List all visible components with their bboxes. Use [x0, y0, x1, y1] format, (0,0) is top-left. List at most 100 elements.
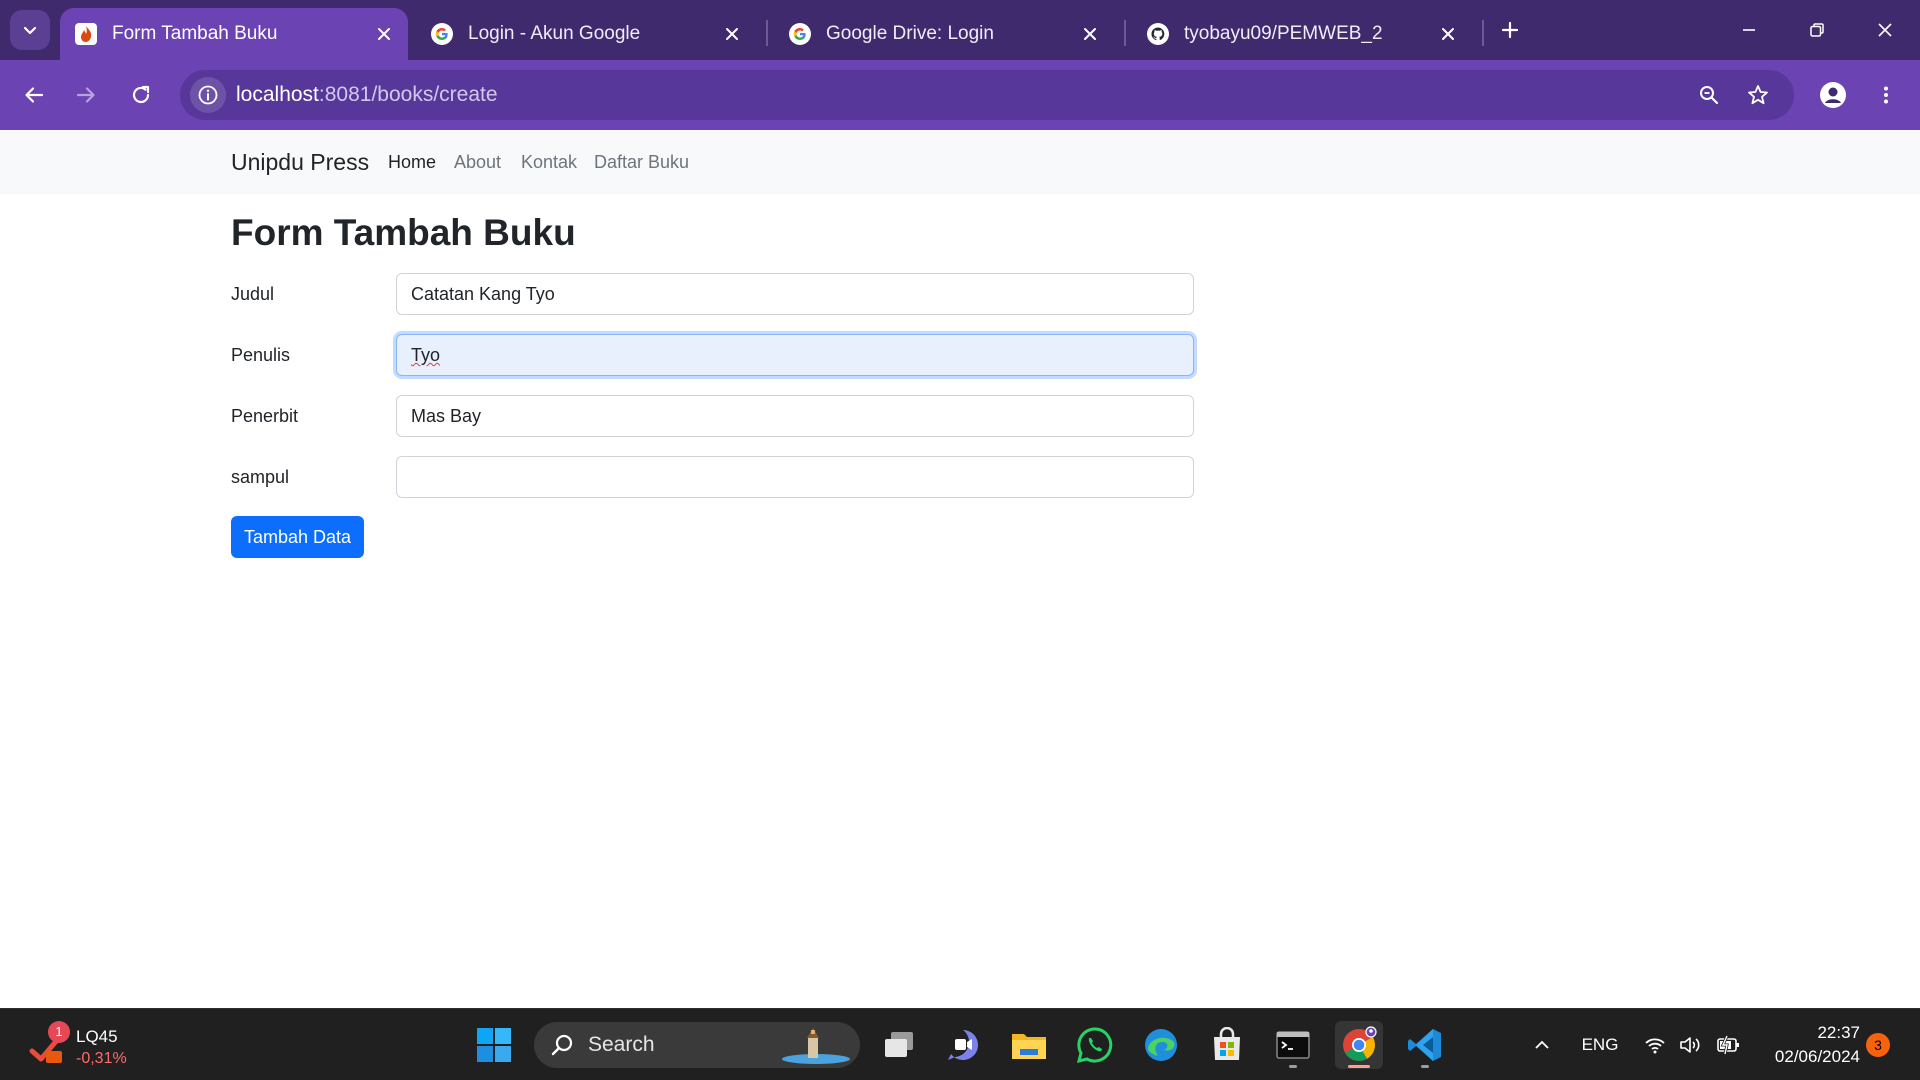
- label-sampul: sampul: [231, 467, 290, 487]
- wifi-icon: [1645, 1038, 1665, 1054]
- widget-name: LQ45: [76, 1027, 118, 1046]
- edge-button[interactable]: [1137, 1021, 1185, 1069]
- google-g-icon: [788, 22, 812, 46]
- tab-title: Google Drive: Login: [826, 23, 994, 44]
- tab-separator: [766, 20, 768, 46]
- tab-separator: [1124, 20, 1126, 46]
- whatsapp-button[interactable]: [1071, 1021, 1119, 1069]
- address-bar[interactable]: localhost:8081/books/create: [180, 70, 1794, 120]
- github-icon: [1146, 22, 1170, 46]
- close-window-button[interactable]: [1862, 10, 1908, 50]
- nav-link-about[interactable]: About: [454, 130, 501, 194]
- back-button[interactable]: [14, 75, 54, 115]
- taskbar: 1 LQ45 -0,31% Search ENG 22:37 02/06/202…: [0, 1008, 1920, 1080]
- tab-login-akun-google[interactable]: Login - Akun Google: [416, 8, 756, 60]
- active-indicator: [1348, 1065, 1370, 1068]
- chrome-button[interactable]: [1335, 1021, 1383, 1069]
- nav-link-kontak[interactable]: Kontak: [521, 130, 577, 194]
- tab-github-repo[interactable]: tyobayu09/PEMWEB_2: [1132, 8, 1472, 60]
- wifi-button[interactable]: [1640, 1009, 1670, 1080]
- url-text[interactable]: localhost:8081/books/create: [236, 70, 498, 120]
- search-label: Search: [588, 1033, 655, 1056]
- reload-button[interactable]: [121, 75, 161, 115]
- clock-date: 02/06/2024: [1774, 1047, 1860, 1066]
- close-icon[interactable]: [722, 24, 742, 44]
- tab-title: tyobayu09/PEMWEB_2: [1184, 23, 1383, 44]
- reload-icon: [132, 85, 150, 104]
- tambah-data-button[interactable]: Tambah Data: [231, 516, 364, 558]
- vscode-icon: [1408, 1029, 1441, 1061]
- nav-link-daftar-buku[interactable]: Daftar Buku: [594, 130, 689, 194]
- edge-icon: [1145, 1029, 1177, 1061]
- minimize-button[interactable]: [1726, 10, 1772, 50]
- label-judul: Judul: [231, 284, 275, 304]
- language-indicator[interactable]: ENG: [1574, 1009, 1626, 1080]
- label-penerbit: Penerbit: [231, 406, 299, 426]
- site-info-button[interactable]: [190, 77, 226, 113]
- nav-link-home[interactable]: Home: [388, 130, 436, 194]
- plus-icon: [1501, 21, 1519, 39]
- battery-button[interactable]: [1712, 1009, 1744, 1080]
- zoom-button[interactable]: [1692, 78, 1726, 112]
- zoom-icon: [1700, 86, 1719, 105]
- site-navbar: Unipdu Press Home About Kontak Daftar Bu…: [0, 130, 1920, 194]
- tab-form-tambah-buku[interactable]: Form Tambah Buku: [60, 8, 408, 60]
- close-icon[interactable]: [1080, 24, 1100, 44]
- close-icon[interactable]: [374, 24, 394, 44]
- judul-value: Catatan Kang Tyo: [411, 284, 555, 304]
- penulis-value: Tyo: [411, 345, 441, 365]
- task-view-icon: [885, 1032, 913, 1057]
- new-tab-button[interactable]: [1494, 14, 1526, 46]
- battery-charging-icon: [1717, 1035, 1739, 1055]
- tab-google-drive-login[interactable]: Google Drive: Login: [774, 8, 1114, 60]
- file-explorer-button[interactable]: [1005, 1021, 1053, 1069]
- running-indicator: [1421, 1065, 1429, 1068]
- chevron-down-icon: [23, 26, 37, 35]
- url-host: localhost: [236, 83, 319, 106]
- vscode-button[interactable]: [1401, 1021, 1449, 1069]
- taskbar-search[interactable]: Search: [534, 1022, 860, 1068]
- forward-button[interactable]: [66, 75, 106, 115]
- show-hidden-icons-button[interactable]: [1526, 1009, 1558, 1080]
- restore-button[interactable]: [1794, 10, 1840, 50]
- browser-menu-button[interactable]: [1866, 75, 1906, 115]
- codeigniter-flame-icon: [74, 22, 98, 46]
- task-view-button[interactable]: [875, 1021, 923, 1069]
- arrow-right-icon: [76, 87, 95, 103]
- close-icon[interactable]: [1438, 24, 1458, 44]
- google-g-icon: [430, 22, 454, 46]
- label-penulis: Penulis: [231, 345, 291, 365]
- penerbit-input[interactable]: Mas Bay: [396, 395, 1194, 437]
- tab-separator: [1482, 20, 1484, 46]
- tab-search-button[interactable]: [10, 10, 50, 50]
- whatsapp-icon: [1076, 1027, 1113, 1064]
- volume-icon: [1680, 1037, 1700, 1053]
- ms-store-button[interactable]: [1203, 1021, 1251, 1069]
- windows-icon: [477, 1028, 511, 1062]
- start-button[interactable]: [470, 1021, 518, 1069]
- navbar-brand[interactable]: Unipdu Press: [231, 130, 369, 194]
- notification-badge[interactable]: 3: [1866, 1033, 1890, 1057]
- search-highlight-icon: [782, 1028, 850, 1064]
- store-icon: [1214, 1027, 1240, 1060]
- widget-change: -0,31%: [76, 1050, 127, 1067]
- browser-toolbar: localhost:8081/books/create: [0, 60, 1920, 130]
- stock-widget[interactable]: 1 LQ45 -0,31%: [28, 1021, 148, 1069]
- chat-icon: [948, 1030, 978, 1060]
- chevron-up-icon: [1535, 1040, 1549, 1049]
- terminal-button[interactable]: [1269, 1021, 1317, 1069]
- clock[interactable]: 22:37 02/06/2024: [1750, 1021, 1860, 1069]
- sampul-input[interactable]: [396, 456, 1194, 498]
- star-icon: [1748, 85, 1768, 105]
- bookmark-button[interactable]: [1741, 78, 1775, 112]
- page-title: Form Tambah Buku: [231, 212, 576, 253]
- penulis-input[interactable]: Tyo: [396, 334, 1194, 376]
- search-icon: [551, 1034, 573, 1056]
- clock-time: 22:37: [1817, 1023, 1860, 1042]
- judul-input[interactable]: Catatan Kang Tyo: [396, 273, 1194, 315]
- profile-button[interactable]: [1813, 75, 1853, 115]
- widget-badge: 1: [48, 1021, 70, 1043]
- volume-button[interactable]: [1676, 1009, 1706, 1080]
- teams-chat-button[interactable]: [939, 1021, 987, 1069]
- chrome-icon: [1343, 1026, 1377, 1061]
